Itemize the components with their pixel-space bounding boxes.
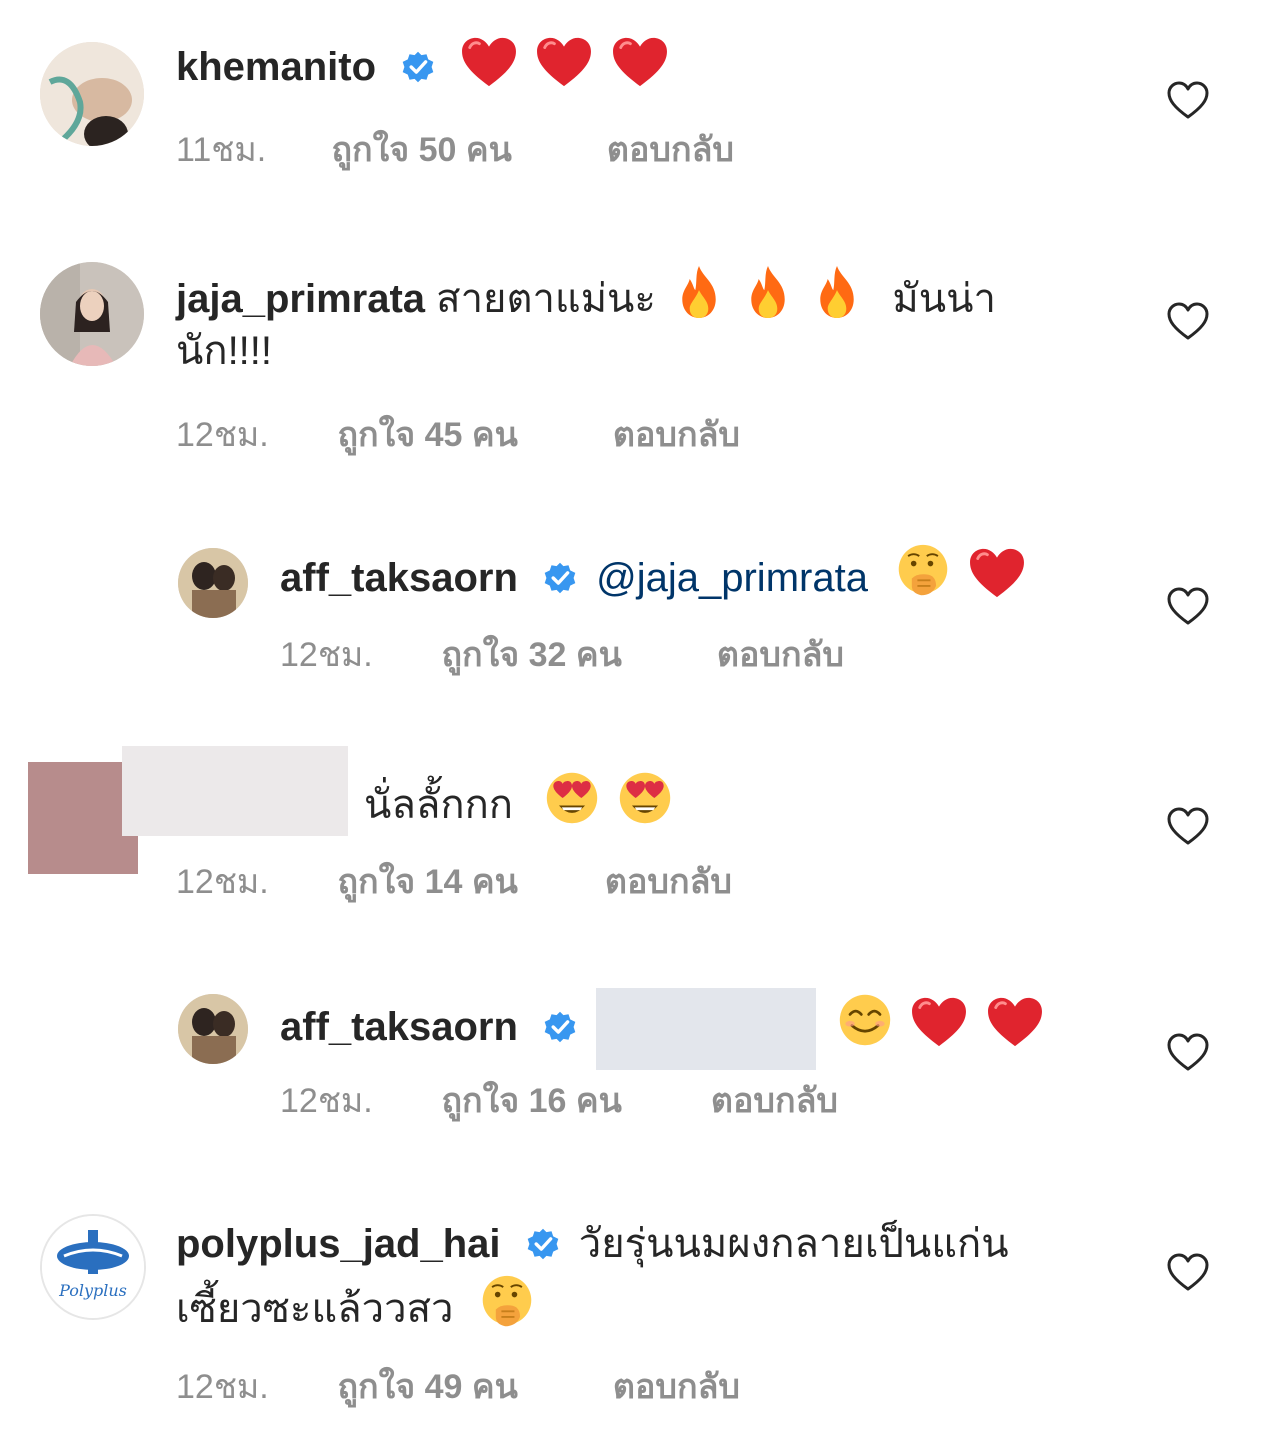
like-count[interactable]: ถูกใจ 32 คน bbox=[441, 627, 707, 681]
comment-meta: 12ชม. ถูกใจ 14 คน ตอบกลับ bbox=[176, 854, 732, 908]
comment-text: วัยรุ่นนมผงกลายเป็นแก่น bbox=[578, 1222, 1009, 1266]
comment-text: มันน่า bbox=[892, 277, 996, 321]
like-heart-icon[interactable] bbox=[1166, 1032, 1210, 1072]
mention-link[interactable]: @jaja_primrata bbox=[596, 556, 868, 600]
username[interactable]: khemanito bbox=[176, 45, 376, 89]
comment-text: นัก!!!! bbox=[176, 329, 273, 373]
comment-text: นั่ลลั้กกก bbox=[364, 783, 514, 827]
heart-eyes-icon bbox=[617, 770, 673, 826]
comment-line: polyplus_jad_hai วัยรุ่นนมผงกลายเป็นแก่น bbox=[176, 1215, 1009, 1273]
redacted-username bbox=[122, 746, 348, 836]
polyplus-logo-text: Polyplus bbox=[58, 1281, 127, 1300]
comment-line: jaja_primrata สายตาแม่นะ มันน่า bbox=[176, 264, 996, 328]
avatar[interactable] bbox=[178, 994, 248, 1064]
like-heart-icon[interactable] bbox=[1166, 1252, 1210, 1292]
username[interactable]: aff_taksaorn bbox=[280, 1005, 518, 1049]
like-count[interactable]: ถูกใจ 50 คน bbox=[331, 122, 597, 176]
red-heart-icon bbox=[535, 36, 593, 88]
comment-meta: 11ชม. ถูกใจ 50 คน ตอบกลับ bbox=[176, 122, 734, 176]
comment-line: นั่ลลั้กกก bbox=[364, 770, 673, 834]
smiling-face-icon bbox=[837, 992, 893, 1048]
comment-line: aff_taksaorn @jaja_primrata bbox=[280, 543, 1026, 607]
comment-meta: 12ชม. ถูกใจ 16 คน ตอบกลับ bbox=[280, 1073, 838, 1127]
comment-meta: 12ชม. ถูกใจ 32 คน ตอบกลับ bbox=[280, 627, 844, 681]
redacted-mention bbox=[596, 988, 817, 1070]
username[interactable]: polyplus_jad_hai bbox=[176, 1222, 501, 1266]
comment-line-2: เซี้ยวซะแล้ววสว bbox=[176, 1274, 535, 1338]
verified-badge-icon bbox=[543, 561, 577, 595]
red-heart-icon bbox=[910, 996, 968, 1048]
reply-button[interactable]: ตอบกลับ bbox=[607, 122, 734, 176]
red-heart-icon bbox=[611, 36, 669, 88]
reply-button[interactable]: ตอบกลับ bbox=[613, 1359, 740, 1413]
timestamp: 12ชม. bbox=[176, 416, 269, 454]
avatar[interactable] bbox=[40, 262, 144, 366]
timestamp: 12ชม. bbox=[176, 1368, 269, 1406]
fire-icon bbox=[673, 264, 725, 320]
username[interactable]: aff_taksaorn bbox=[280, 556, 518, 600]
like-count[interactable]: ถูกใจ 16 คน bbox=[441, 1073, 701, 1127]
red-heart-icon bbox=[986, 996, 1044, 1048]
fire-icon bbox=[811, 264, 863, 320]
username[interactable]: jaja_primrata bbox=[176, 277, 425, 321]
timestamp: 12ชม. bbox=[280, 636, 373, 674]
red-heart-icon bbox=[460, 36, 518, 88]
reply-button[interactable]: ตอบกลับ bbox=[717, 627, 844, 681]
comment-meta: 12ชม. ถูกใจ 45 คน ตอบกลับ bbox=[176, 407, 740, 461]
verified-badge-icon bbox=[526, 1227, 560, 1261]
comment-line: khemanito bbox=[176, 36, 669, 96]
comment-meta: 12ชม. ถูกใจ 49 คน ตอบกลับ bbox=[176, 1359, 740, 1413]
face-with-hand-over-mouth-icon bbox=[895, 543, 951, 599]
heart-eyes-icon bbox=[544, 770, 600, 826]
reply-button[interactable]: ตอบกลับ bbox=[613, 407, 740, 461]
reply-button[interactable]: ตอบกลับ bbox=[711, 1073, 838, 1127]
like-heart-icon[interactable] bbox=[1166, 301, 1210, 341]
avatar[interactable] bbox=[40, 42, 144, 146]
reply-button[interactable]: ตอบกลับ bbox=[605, 854, 732, 908]
like-count[interactable]: ถูกใจ 45 คน bbox=[337, 407, 603, 461]
avatar[interactable]: Polyplus bbox=[40, 1214, 146, 1320]
comment-text: สายตาแม่นะ bbox=[436, 277, 656, 321]
verified-badge-icon bbox=[543, 1010, 577, 1044]
red-heart-icon bbox=[968, 547, 1026, 599]
avatar[interactable] bbox=[178, 548, 248, 618]
fire-icon bbox=[742, 264, 794, 320]
timestamp: 11ชม. bbox=[176, 131, 267, 169]
timestamp: 12ชม. bbox=[280, 1082, 373, 1120]
timestamp: 12ชม. bbox=[176, 863, 269, 901]
like-count[interactable]: ถูกใจ 49 คน bbox=[337, 1359, 603, 1413]
comment-line-2: นัก!!!! bbox=[176, 322, 272, 380]
face-with-hand-over-mouth-icon bbox=[479, 1274, 535, 1330]
like-count[interactable]: ถูกใจ 14 คน bbox=[337, 854, 595, 908]
like-heart-icon[interactable] bbox=[1166, 80, 1210, 120]
like-heart-icon[interactable] bbox=[1166, 806, 1210, 846]
verified-badge-icon bbox=[401, 50, 435, 84]
like-heart-icon[interactable] bbox=[1166, 586, 1210, 626]
comment-line: aff_taksaorn bbox=[280, 988, 1044, 1070]
comment-text: เซี้ยวซะแล้ววสว bbox=[176, 1287, 454, 1331]
